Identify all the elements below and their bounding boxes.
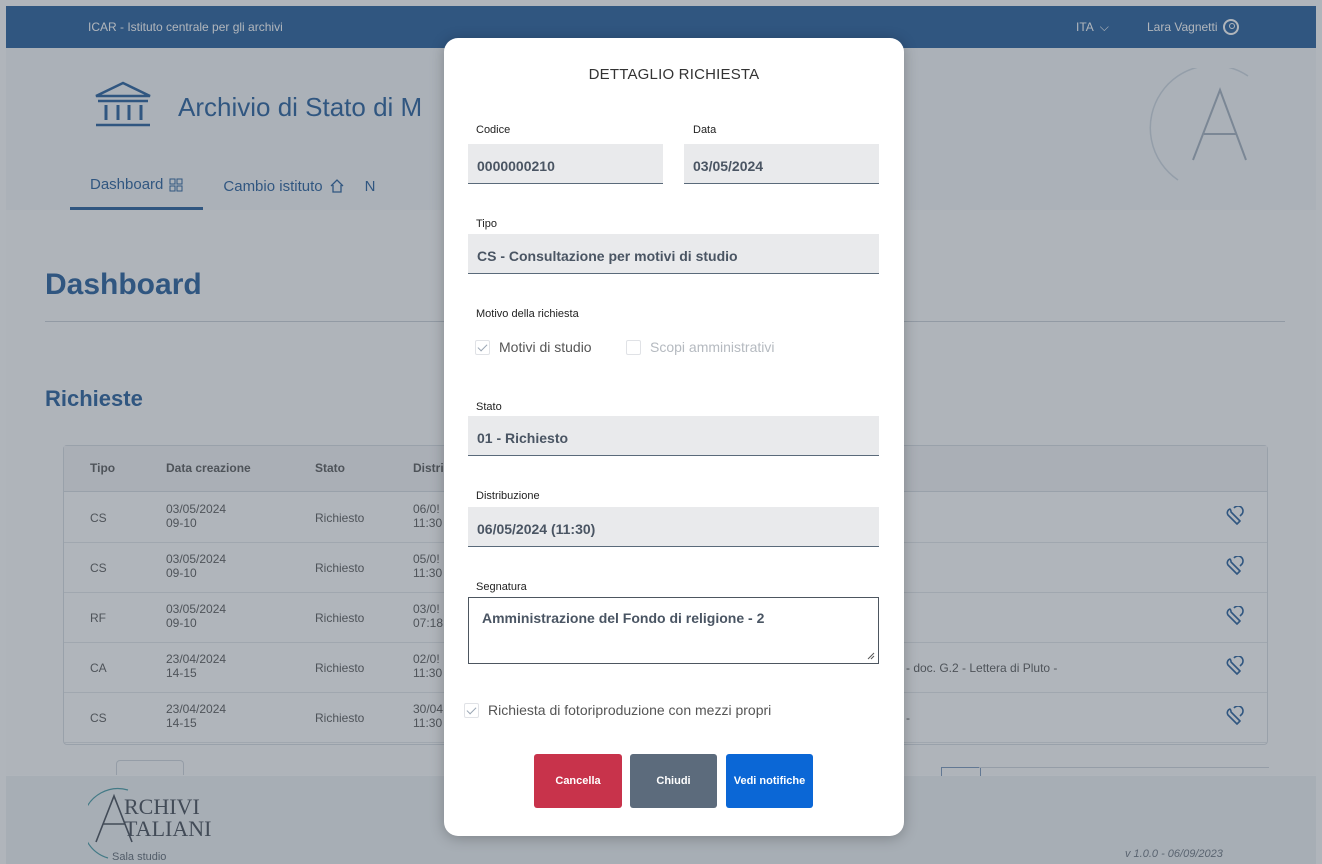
tipo-field[interactable]: CS - Consultazione per motivi di studio [468,234,879,274]
segnatura-value: Amministrazione del Fondo di religione -… [482,610,765,626]
request-detail-modal: DETTAGLIO RICHIESTA Codice 0000000210 Da… [444,38,904,836]
chiudi-button[interactable]: Chiudi [630,754,717,808]
segnatura-label: Segnatura [476,581,527,593]
scopi-amministrativi-checkbox[interactable]: Scopi amministrativi [626,339,774,355]
checkbox-unchecked-icon [626,339,641,355]
segnatura-textarea[interactable]: Amministrazione del Fondo di religione -… [468,597,879,664]
modal-title: DETTAGLIO RICHIESTA [588,66,760,83]
codice-label: Codice [476,124,511,136]
checkbox-checked-icon [475,339,490,355]
vedi-notifiche-button[interactable]: Vedi notifiche [726,754,813,808]
scopi-amministrativi-label: Scopi amministrativi [650,339,775,355]
stato-label: Stato [476,401,502,413]
codice-field[interactable]: 0000000210 [468,144,663,184]
distribuzione-label: Distribuzione [476,490,540,502]
cancella-button[interactable]: Cancella [534,754,622,808]
checkbox-checked-icon [464,702,479,718]
resize-handle-icon[interactable] [867,652,875,660]
distribuzione-field[interactable]: 06/05/2024 (11:30) [468,507,879,547]
stato-field[interactable]: 01 - Richiesto [468,416,879,456]
fotoriproduzione-checkbox[interactable]: Richiesta di fotoriproduzione con mezzi … [464,702,771,718]
motivo-studio-checkbox[interactable]: Motivi di studio [475,339,592,355]
fotoriproduzione-label: Richiesta di fotoriproduzione con mezzi … [488,702,772,718]
motivo-studio-label: Motivi di studio [499,339,592,355]
motivo-label: Motivo della richiesta [476,308,579,320]
data-label: Data [693,124,717,136]
tipo-label: Tipo [476,218,497,230]
data-field[interactable]: 03/05/2024 [684,144,879,184]
